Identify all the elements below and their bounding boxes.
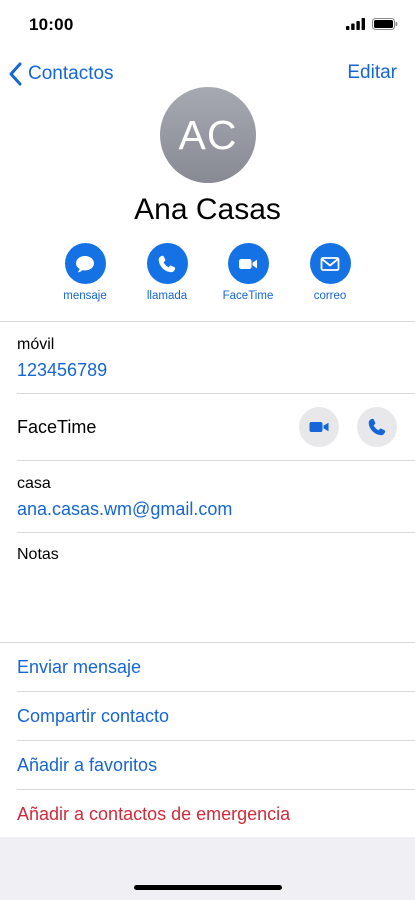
row-divider [17,740,415,741]
edit-button[interactable]: Editar [347,62,397,84]
contact-name: Ana Casas [134,193,281,226]
facetime-action-circle [227,243,269,284]
section-divider [0,321,415,322]
message-action-label: mensaje [63,290,107,302]
facetime-audio-button[interactable] [357,407,397,447]
facetime-video-button[interactable] [299,407,339,447]
row-divider [17,691,415,692]
row-divider [17,460,415,461]
bottom-area [0,837,415,900]
battery-icon [372,18,398,30]
status-time: 10:00 [29,15,74,34]
email-label: casa [17,475,51,492]
avatar: AC [160,87,256,183]
video-camera-icon [309,422,329,432]
row-divider [17,789,415,790]
avatar-initials: AC [178,111,238,158]
phone-icon [368,418,386,436]
facetime-label: FaceTime [17,417,97,437]
mail-action-button[interactable]: correo [295,243,365,302]
facetime-action-button[interactable]: FaceTime [213,243,283,302]
mobile-label: móvil [17,336,55,353]
call-action-label: llamada [146,290,188,302]
add-to-favorites-link[interactable]: Añadir a favoritos [17,755,157,776]
email-address[interactable]: ana.casas.wm@gmail.com [17,499,232,520]
video-camera-icon [239,258,257,269]
chevron-left-icon [9,62,22,86]
notes-label[interactable]: Notas [17,546,59,564]
envelope-icon [320,256,340,271]
mobile-number[interactable]: 123456789 [17,360,107,381]
home-indicator[interactable] [134,885,282,890]
message-bubble-icon [76,255,94,272]
back-button[interactable]: Contactos [8,60,114,88]
message-action-button[interactable]: mensaje [50,243,120,302]
row-divider [17,532,415,533]
message-action-circle [64,243,106,284]
cellular-signal-icon [346,18,365,30]
send-message-link[interactable]: Enviar mensaje [17,657,141,678]
mail-action-label: correo [313,290,347,302]
status-bar: 10:00 [0,0,415,50]
share-contact-link[interactable]: Compartir contacto [17,706,169,727]
back-label: Contactos [28,63,114,84]
add-emergency-contact-link[interactable]: Añadir a contactos de emergencia [17,804,290,825]
section-divider [0,642,415,643]
mail-action-circle [309,243,351,284]
call-action-circle [146,243,188,284]
row-divider [17,393,415,394]
call-action-button[interactable]: llamada [132,243,202,302]
facetime-action-label: FaceTime [222,290,274,302]
phone-icon [158,255,176,272]
